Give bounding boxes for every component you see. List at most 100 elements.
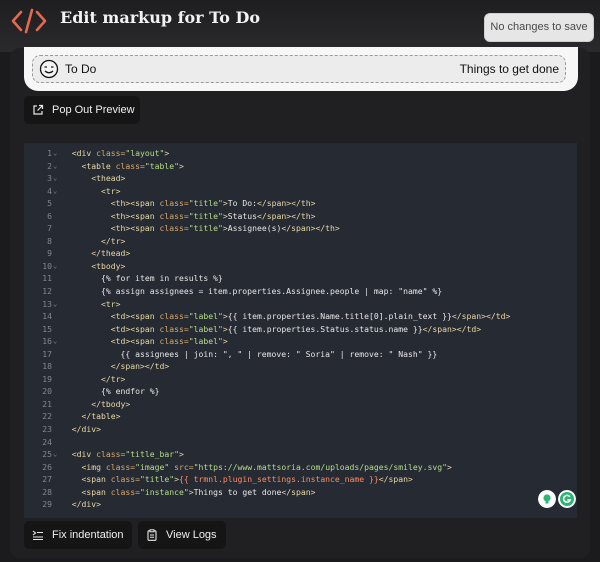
editor-badges — [538, 490, 576, 508]
line-number: 23 — [42, 424, 52, 435]
code-text: {% for item in results %} — [100, 273, 223, 284]
code-text: <div class="title_bar"> — [71, 449, 184, 460]
line-number: 26 — [42, 461, 52, 472]
code-line[interactable]: 3 ⌄ <thead> — [24, 172, 577, 185]
code-line[interactable]: 13 ⌄ <tr> — [24, 298, 577, 311]
line-number: 9 — [47, 248, 52, 259]
code-line[interactable]: 10 ⌄ <tbody> — [24, 260, 577, 273]
code-line[interactable]: 4 ⌄ <tr> — [24, 185, 577, 198]
code-line[interactable]: 15 <td><span class="label">{{ item.prope… — [24, 323, 577, 336]
code-line[interactable]: 20 {% endfor %} — [24, 385, 577, 398]
code-text: </tr> — [100, 235, 126, 246]
code-line[interactable]: 17 {{ assignees | join: ", " | remove: "… — [24, 348, 577, 361]
line-number: 11 — [42, 273, 52, 284]
code-editor[interactable]: 1 ⌄ <div class="layout"> 2 ⌄ <table class="… — [24, 143, 577, 518]
line-number: 18 — [42, 361, 52, 372]
code-line[interactable]: 14 <td><span class="label">{{ item.prope… — [24, 310, 577, 323]
code-text: <table class="table"> — [81, 160, 184, 171]
pop-out-preview-label: Pop Out Preview — [52, 104, 135, 116]
code-text: {% endfor %} — [100, 386, 160, 397]
pop-out-preview-button[interactable]: Pop Out Preview — [24, 96, 140, 124]
header-bar: Edit markup for To Do No changes to save — [0, 0, 600, 52]
code-line[interactable]: 8 </tr> — [24, 235, 577, 248]
line-number: 5 — [47, 198, 52, 209]
code-line[interactable]: 27 <span class="title">{{ trmnl.plugin_s… — [24, 473, 577, 486]
code-brackets-icon — [11, 8, 47, 34]
code-text: </div> — [71, 424, 101, 435]
fold-chevron-icon[interactable]: ⌄ — [53, 172, 57, 185]
line-number: 21 — [42, 398, 52, 409]
external-link-icon — [33, 104, 44, 115]
line-number: 4 — [47, 185, 52, 196]
fold-chevron-icon[interactable]: ⌄ — [53, 147, 57, 160]
code-text: </span></td> — [110, 361, 170, 372]
line-number: 13 — [42, 298, 52, 309]
code-line[interactable]: 29 </div> — [24, 498, 577, 511]
fold-chevron-icon[interactable]: ⌄ — [53, 335, 57, 348]
code-text: <span class="title">{{ trmnl.plugin_sett… — [81, 474, 413, 485]
line-number: 17 — [42, 348, 52, 359]
line-number: 8 — [47, 235, 52, 246]
line-number: 29 — [42, 499, 52, 510]
code-line[interactable]: 19 </tr> — [24, 373, 577, 386]
code-line[interactable]: 9 </thead> — [24, 247, 577, 260]
code-line[interactable]: 24 — [24, 436, 577, 449]
view-logs-button[interactable]: View Logs — [138, 521, 226, 549]
code-text: <th><span class="title">To Do:</span></t… — [110, 198, 316, 209]
grammarly-icon[interactable] — [558, 490, 576, 508]
code-text: {% assign assignees = item.properties.As… — [100, 286, 443, 297]
line-number: 1 — [47, 148, 52, 158]
code-text: <th><span class="title">Assignee(s)</spa… — [110, 223, 340, 234]
page-title: Edit markup for To Do — [60, 8, 261, 27]
code-line[interactable]: 16 ⌄ <td><span class="label"> — [24, 335, 577, 348]
line-number: 24 — [42, 436, 52, 447]
fix-indentation-button[interactable]: Fix indentation — [24, 521, 132, 549]
lightbulb-icon[interactable] — [538, 490, 556, 508]
line-number: 27 — [42, 474, 52, 485]
code-line[interactable]: 5 <th><span class="title">To Do:</span><… — [24, 197, 577, 210]
fold-chevron-icon[interactable]: ⌄ — [53, 185, 57, 198]
code-text: <td><span class="label"> — [110, 336, 228, 347]
line-number: 22 — [42, 411, 52, 422]
code-text: {{ assignees | join: ", " | remove: " So… — [120, 348, 438, 359]
code-line[interactable]: 2 ⌄ <table class="table"> — [24, 160, 577, 173]
code-line[interactable]: 1 ⌄ <div class="layout"> — [24, 147, 577, 160]
fold-chevron-icon[interactable]: ⌄ — [53, 298, 57, 311]
code-line[interactable]: 6 <th><span class="title">Status</span><… — [24, 210, 577, 223]
code-line[interactable]: 22 </table> — [24, 410, 577, 423]
code-text: <span class="instance">Things to get don… — [81, 486, 316, 497]
preview-instance: Things to get done — [459, 62, 559, 76]
code-line[interactable]: 12 {% assign assignees = item.properties… — [24, 285, 577, 298]
preview-title-bar: To Do Things to get done — [32, 55, 566, 83]
line-number: 7 — [47, 223, 52, 234]
code-line[interactable]: 26 <img class="image" src="https://www.m… — [24, 461, 577, 474]
code-text: <div class="layout"> — [71, 148, 170, 158]
code-line[interactable]: 18 </span></td> — [24, 360, 577, 373]
code-line[interactable]: 11 {% for item in results %} — [24, 272, 577, 285]
code-text: <th><span class="title">Status</span></t… — [110, 210, 316, 221]
code-text: <tr> — [100, 298, 121, 309]
preview-title: To Do — [65, 62, 97, 76]
code-line[interactable]: 28 <span class="instance">Things to get … — [24, 486, 577, 499]
code-text: </table> — [81, 411, 121, 422]
code-text: <img class="image" src="https://www.matt… — [81, 461, 452, 472]
line-number: 12 — [42, 286, 52, 297]
view-logs-label: View Logs — [166, 529, 217, 541]
code-line[interactable]: 21 </tbody> — [24, 398, 577, 411]
indent-icon — [32, 530, 43, 541]
fold-chevron-icon[interactable]: ⌄ — [53, 448, 57, 461]
save-button[interactable]: No changes to save — [484, 13, 594, 42]
code-text: </tbody> — [91, 398, 131, 409]
code-line[interactable]: 7 <th><span class="title">Assignee(s)</s… — [24, 222, 577, 235]
line-number: 3 — [47, 173, 52, 184]
preview-card: To Do Things to get done — [24, 47, 578, 91]
code-text: <td><span class="label">{{ item.properti… — [110, 311, 511, 322]
line-number: 14 — [42, 311, 52, 322]
fold-chevron-icon[interactable]: ⌄ — [53, 160, 57, 173]
line-number: 20 — [42, 386, 52, 397]
fold-chevron-icon[interactable]: ⌄ — [53, 260, 57, 273]
code-line[interactable]: 23 </div> — [24, 423, 577, 436]
line-number: 28 — [42, 486, 52, 497]
code-text: </thead> — [91, 248, 131, 259]
code-line[interactable]: 25 ⌄ <div class="title_bar"> — [24, 448, 577, 461]
